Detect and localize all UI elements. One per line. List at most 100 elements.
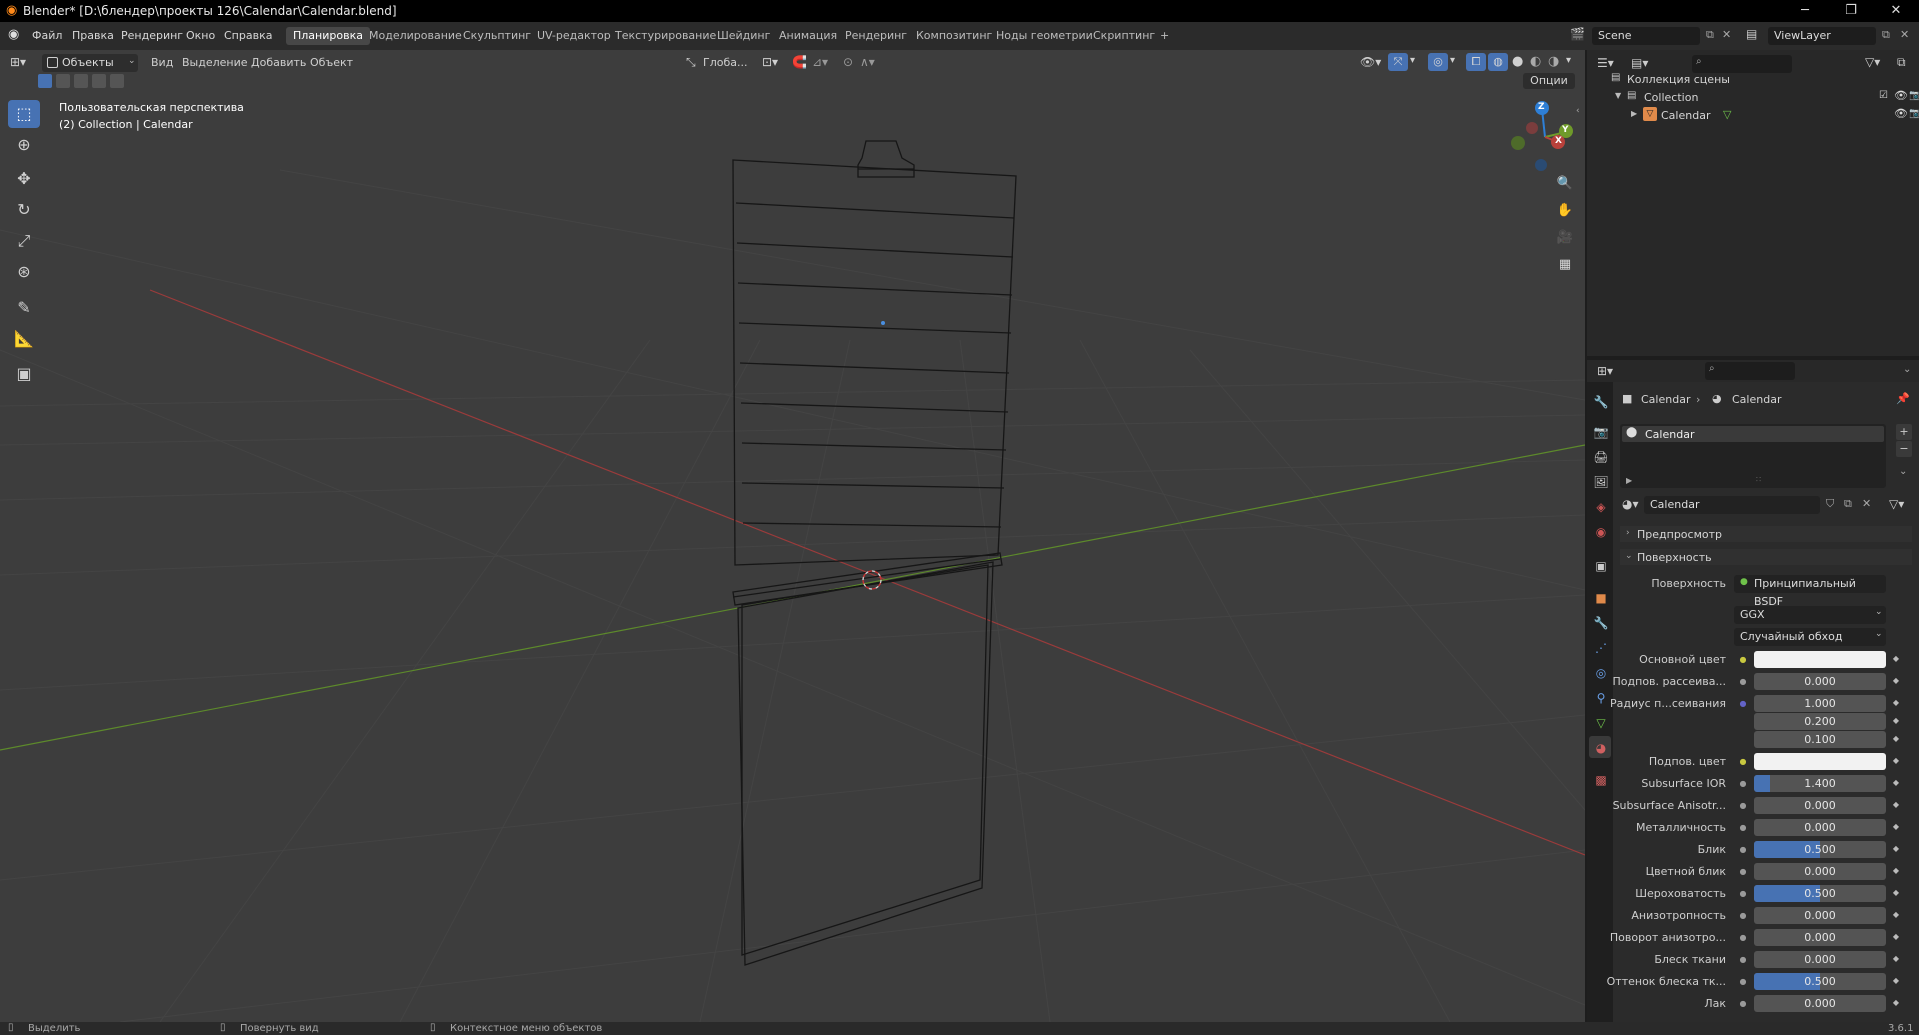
number-field[interactable]: 0.000 [1754,907,1886,924]
socket-dot-icon[interactable]: ● [1737,800,1749,812]
maximize-button[interactable]: ❐ [1828,0,1874,22]
material-shading-icon[interactable]: ◐ [1530,54,1541,69]
workspace-tab-animation[interactable]: Анимация [772,27,844,45]
number-field[interactable]: 0.500 [1754,841,1886,858]
snap-target-icon[interactable]: ⊿▾ [812,55,828,69]
workspace-tab-shading[interactable]: Шейдинг [710,27,777,45]
measure-tool-icon[interactable]: 📐 [8,325,40,353]
blender-menu-icon[interactable]: ◉ [8,28,22,42]
mesh-data-icon[interactable]: ▽ [1723,108,1731,121]
keyframe-icon[interactable]: ◆ [1892,844,1900,853]
socket-dot-icon[interactable]: ● [1737,698,1749,710]
material-tab-icon[interactable]: ◕ [1593,740,1609,756]
socket-dot-icon[interactable]: ● [1737,910,1749,922]
editor-type-icon[interactable]: ⊞▾ [10,55,26,69]
view-layer-field[interactable]: ViewLayer [1768,27,1876,45]
new-collection-icon[interactable]: ⧉ [1897,55,1906,70]
rotate-tool-icon[interactable]: ↻ [8,196,40,224]
world-tab-icon[interactable]: ◉ [1593,524,1609,540]
visibility-icon[interactable]: 👁▾ [1360,55,1381,69]
socket-dot-icon[interactable]: ● [1737,866,1749,878]
socket-dot-icon[interactable]: ● [1737,932,1749,944]
remove-slot-button[interactable]: − [1896,441,1912,457]
transform-tool-icon[interactable]: ⊛ [8,258,40,286]
chevron-down-icon[interactable]: ▾ [1450,55,1455,66]
socket-dot-icon[interactable]: ● [1737,676,1749,688]
proportional-edit-icon[interactable]: ⊙ [843,55,853,69]
number-field[interactable]: 0.000 [1754,819,1886,836]
camera-icon[interactable]: 📷 [1909,108,1919,119]
number-field[interactable]: 0.000 [1754,951,1886,968]
distribution-select[interactable]: GGX [1734,606,1886,624]
menu-help[interactable]: Справка [224,29,272,42]
select-box-tool[interactable]: ⬚ [8,100,40,128]
display-mode-icon[interactable]: ▤▾ [1631,56,1648,70]
eye-icon[interactable]: 👁 [1894,89,1908,102]
new-view-layer-icon[interactable]: ⧉ [1882,28,1890,42]
keyframe-icon[interactable]: ◆ [1892,932,1900,941]
material-name-field[interactable]: Calendar [1644,496,1820,514]
properties-editor-icon[interactable]: ⊞▾ [1597,364,1613,378]
number-field[interactable]: 0.000 [1754,929,1886,946]
keyframe-icon[interactable]: ◆ [1892,778,1900,787]
checkbox-icon[interactable]: ☑ [1879,90,1888,101]
overlay-toggle-icon[interactable]: ◎ [1428,53,1448,71]
annotate-tool-icon[interactable]: ✎ [8,294,40,322]
minimize-button[interactable]: ─ [1782,0,1828,22]
socket-dot-icon[interactable]: ● [1737,998,1749,1010]
workspace-tab-uv[interactable]: UV-редактор [530,27,618,45]
scene-field[interactable]: Scene [1592,27,1700,45]
number-field[interactable]: 1.400 [1754,775,1886,792]
socket-dot-icon[interactable]: ● [1737,976,1749,988]
new-scene-icon[interactable]: ⧉ [1706,28,1714,42]
keyframe-icon[interactable]: ◆ [1892,698,1900,707]
number-field[interactable]: 0.100 [1754,731,1886,748]
material-link-icon[interactable]: ▽▾ [1889,497,1904,511]
proportional-falloff-icon[interactable]: ∧▾ [860,55,875,69]
output-tab-icon[interactable]: 🖨 [1593,449,1609,465]
menu-add[interactable]: Добавить [251,56,306,69]
workspace-tab-texture[interactable]: Текстурирование [608,27,723,45]
menu-file[interactable]: Файл [32,29,62,42]
add-workspace-button[interactable]: + [1153,27,1176,45]
outliner-item-scene-collection[interactable]: Коллекция сцены [1627,73,1730,86]
unlink-material-icon[interactable]: ✕ [1862,497,1871,510]
select-subtract-icon[interactable] [74,74,88,88]
wireframe-shading-icon[interactable]: ◍ [1488,53,1508,71]
modifier-tab-icon[interactable]: 🔧 [1593,615,1609,631]
color-swatch[interactable] [1754,651,1886,668]
keyframe-icon[interactable]: ◆ [1892,716,1900,725]
pin-icon[interactable]: 📌 [1896,392,1910,405]
keyframe-icon[interactable]: ◆ [1892,866,1900,875]
number-field[interactable]: 0.000 [1754,797,1886,814]
outliner-editor-icon[interactable]: ☰▾ [1597,56,1614,70]
menu-view[interactable]: Вид [151,56,173,69]
socket-dot-icon[interactable]: ● [1737,954,1749,966]
zoom-icon[interactable]: 🔍 [1553,172,1577,196]
number-field[interactable]: 0.000 [1754,995,1886,1012]
subsurface-method-select[interactable]: Случайный обход [1734,628,1886,646]
filter-icon[interactable]: ▽▾ [1865,55,1880,69]
select-invert-icon[interactable] [92,74,106,88]
number-field[interactable]: 1.000 [1754,695,1886,712]
snap-icon[interactable]: 🧲 [792,55,807,69]
socket-dot-icon[interactable]: ● [1737,822,1749,834]
keyframe-icon[interactable]: ◆ [1892,676,1900,685]
properties-search-input[interactable] [1705,362,1795,380]
keyframe-icon[interactable]: ◆ [1892,822,1900,831]
keyframe-icon[interactable]: ◆ [1892,976,1900,985]
workspace-tab-modeling[interactable]: Моделирование [362,27,469,45]
number-field[interactable]: 0.200 [1754,713,1886,730]
number-field[interactable]: 0.000 [1754,863,1886,880]
number-field[interactable]: 0.500 [1754,973,1886,990]
keyframe-icon[interactable]: ◆ [1892,734,1900,743]
gizmo-toggle-icon[interactable]: ⤧ [1388,53,1408,71]
select-new-icon[interactable] [38,74,52,88]
data-tab-icon[interactable]: ▽ [1593,715,1609,731]
menu-render[interactable]: Рендеринг [121,29,183,42]
fake-user-shield-icon[interactable]: ⛉ [1826,497,1834,511]
close-button[interactable]: ✕ [1873,0,1919,22]
scale-tool-icon[interactable]: ⤢ [8,227,40,255]
3d-viewport[interactable]: Z Y X [0,50,1585,1022]
chevron-down-icon[interactable]: ⌄ [1899,466,1907,477]
